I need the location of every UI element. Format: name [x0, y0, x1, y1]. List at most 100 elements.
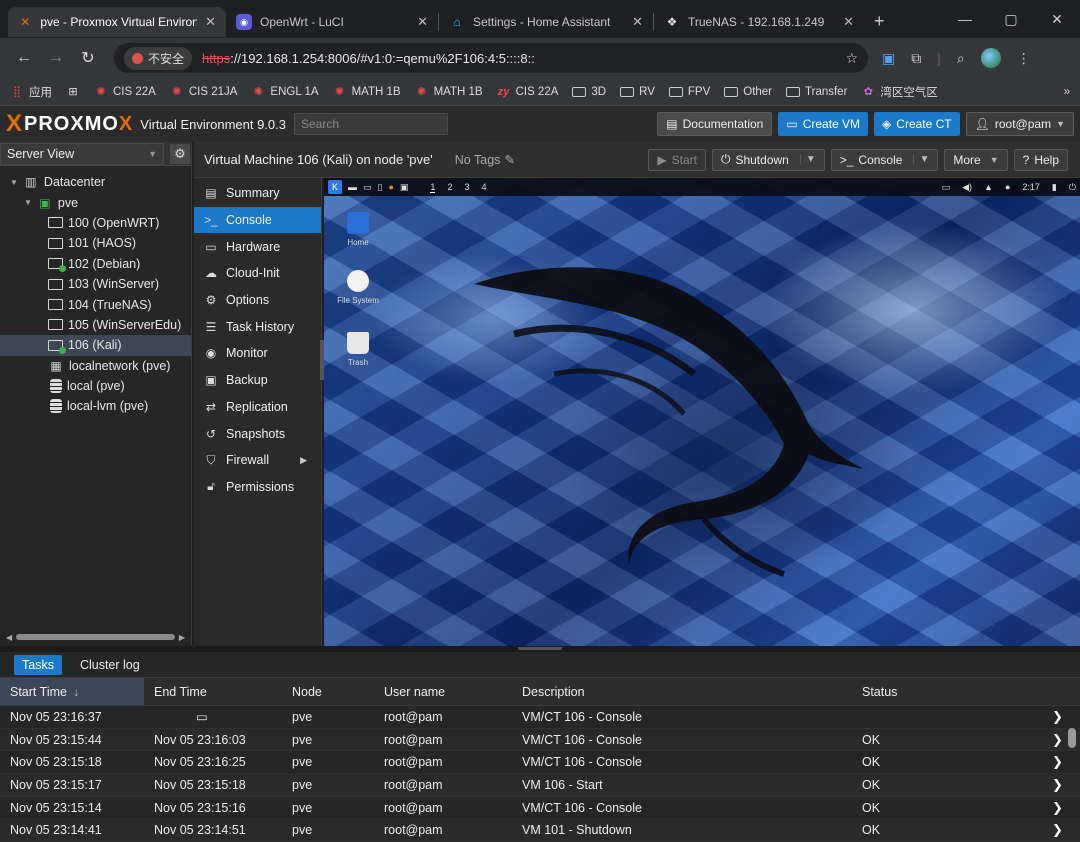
window-close-icon[interactable]: ✕ — [1034, 11, 1080, 28]
workspace-switcher[interactable]: 1 2 3 4 — [430, 182, 486, 193]
menu-firewall[interactable]: ⛉ Firewall ▶ — [194, 447, 321, 474]
tree-item-network[interactable]: ▦ localnetwork (pve) — [0, 356, 191, 376]
collapse-icon[interactable]: ▼ — [24, 198, 32, 207]
firefox-icon[interactable]: ● — [388, 182, 393, 192]
menu-snapshots[interactable]: ↺ Snapshots — [194, 420, 321, 447]
chevron-down-icon[interactable]: ▼ — [913, 154, 929, 165]
tree-item-storage[interactable]: local-lvm (pve) — [0, 396, 191, 416]
bell-icon[interactable]: ▲ — [984, 182, 993, 192]
profile-avatar[interactable] — [980, 48, 1001, 68]
tree-datacenter[interactable]: ▼ ▥ Datacenter — [0, 172, 191, 192]
table-row[interactable]: Nov 05 23:14:41 Nov 05 23:14:51 pve root… — [0, 819, 1080, 842]
tab-cluster-log[interactable]: Cluster log — [72, 655, 148, 675]
tree-item-vm[interactable]: 100 (OpenWRT) — [0, 213, 191, 233]
close-icon[interactable]: ✕ — [417, 14, 428, 30]
workspace-3[interactable]: 3 — [464, 182, 469, 193]
forward-icon[interactable]: → — [40, 49, 72, 67]
volume-icon[interactable]: ◀) — [962, 182, 972, 193]
bookmark-math1b-2[interactable]: ✺ MATH 1B — [415, 85, 483, 99]
workspace-4[interactable]: 4 — [481, 182, 486, 193]
tree-item-vm[interactable]: 101 (HAOS) — [0, 233, 191, 253]
browser-tab-truenas[interactable]: ❖ TrueNAS - 192.168.1.249 ✕ — [654, 7, 864, 37]
security-badge[interactable]: 不安全 — [124, 46, 193, 70]
bookmark-folder-rv[interactable]: RV — [620, 86, 655, 98]
url-input[interactable]: 不安全 https://192.168.1.254:8006/#v1:0:=qe… — [114, 43, 868, 73]
desktop-icon-filesystem[interactable]: File System — [336, 270, 380, 305]
desktop-icon-home[interactable]: Home — [336, 212, 380, 247]
menu-permissions[interactable]: 🔓︎ Permissions — [194, 474, 321, 501]
gear-icon[interactable]: ⚙ — [170, 143, 190, 164]
chevron-right-icon[interactable]: ❯ — [1042, 732, 1070, 748]
tab-tasks[interactable]: Tasks — [14, 654, 62, 675]
splitter-grip[interactable] — [518, 647, 562, 650]
documentation-button[interactable]: ▤ Documentation — [657, 112, 773, 136]
browser-tab-openwrt[interactable]: ◉ OpenWrt - LuCI ✕ — [226, 7, 438, 37]
close-icon[interactable]: ✕ — [843, 14, 854, 30]
menu-console[interactable]: >_ Console — [194, 206, 321, 234]
menu-task-history[interactable]: ☰ Task History — [194, 313, 321, 340]
bookmark-folder-transfer[interactable]: Transfer — [786, 86, 847, 98]
tree-item-vm[interactable]: 103 (WinServer) — [0, 274, 191, 294]
bookmark-folder-3d[interactable]: 3D — [572, 86, 606, 98]
puzzle-icon[interactable]: ⧉ — [911, 50, 921, 67]
menu-hardware[interactable]: ▭ Hardware — [194, 233, 321, 260]
desktop-icon-trash[interactable]: Trash — [336, 332, 380, 367]
user-menu-button[interactable]: 👤︎ root@pam ▼ — [965, 112, 1074, 136]
bookmark-zybooks[interactable]: zy CIS 22A — [497, 85, 559, 99]
tree-item-vm[interactable]: 102 (Debian) — [0, 254, 191, 274]
create-ct-button[interactable]: ◈ Create CT — [874, 112, 960, 136]
tree-node-pve[interactable]: ▼ ▣ pve — [0, 192, 191, 212]
workspace-2[interactable]: 2 — [447, 182, 452, 193]
close-icon[interactable]: ✕ — [632, 14, 643, 30]
bookmark-star-icon[interactable]: ☆ — [845, 50, 858, 67]
bookmark-engl1a[interactable]: ✺ ENGL 1A — [251, 85, 319, 99]
browser-tab-homeassistant[interactable]: ⌂ Settings - Home Assistant ✕ — [439, 7, 653, 37]
scroll-right-icon[interactable]: ▶ — [179, 633, 185, 642]
shutdown-button[interactable]: ⏻ Shutdown ▼ — [711, 148, 825, 171]
back-icon[interactable]: ← — [8, 49, 40, 67]
collapse-icon[interactable]: ▼ — [10, 178, 18, 187]
folder-icon[interactable]: ▭ — [363, 182, 372, 193]
desktop-icon[interactable]: ▬ — [348, 182, 357, 192]
create-vm-button[interactable]: ▭ Create VM — [778, 112, 869, 136]
column-user[interactable]: User name — [374, 685, 512, 699]
reload-icon[interactable]: ↻ — [72, 48, 104, 68]
vm-console[interactable]: K ▬ ▭ ▯ ● ▣ 1 2 3 4 ▭ ◀) ▲ ● 2:17 ▮ ⏻ Ho… — [324, 178, 1080, 646]
screen-icon[interactable]: ▭ — [942, 182, 951, 193]
search-input[interactable]: Search — [294, 113, 448, 135]
bookmark-grid[interactable]: ⊞ — [66, 85, 80, 99]
column-status[interactable]: Status — [852, 685, 1042, 699]
terminal-icon[interactable]: ▣ — [400, 182, 409, 193]
column-start-time[interactable]: Start Time ↓ — [0, 678, 144, 705]
table-row[interactable]: Nov 05 23:15:18 Nov 05 23:16:25 pve root… — [0, 751, 1080, 775]
chevron-right-icon[interactable]: ❯ — [1042, 777, 1070, 793]
menu-summary[interactable]: ▤ Summary — [194, 180, 321, 207]
chevron-right-icon[interactable]: ❯ — [1042, 754, 1070, 770]
bookmark-cis22a[interactable]: ✺ CIS 22A — [94, 85, 155, 99]
clock[interactable]: 2:17 — [1022, 182, 1040, 192]
scroll-thumb[interactable] — [16, 634, 175, 640]
pencil-icon[interactable]: ✎ — [504, 152, 514, 167]
minimize-icon[interactable]: — — [942, 11, 988, 27]
start-button[interactable]: ▶ Start — [648, 148, 706, 171]
table-row[interactable]: Nov 05 23:15:17 Nov 05 23:15:18 pve root… — [0, 774, 1080, 797]
extension-icon[interactable]: ▣ — [882, 50, 895, 67]
table-row[interactable]: Nov 05 23:15:14 Nov 05 23:15:16 pve root… — [0, 797, 1080, 820]
cast-icon[interactable]: ⌕ — [957, 50, 965, 67]
tree-item-vm[interactable]: 104 (TrueNAS) — [0, 294, 191, 314]
menu-options[interactable]: ⚙ Options — [194, 287, 321, 314]
bookmark-air[interactable]: ✿ 湾区空气区 — [861, 84, 938, 100]
column-description[interactable]: Description — [512, 685, 852, 699]
bookmark-cis21ja[interactable]: ✺ CIS 21JA — [170, 85, 237, 99]
scroll-left-icon[interactable]: ◀ — [6, 633, 12, 642]
tree-horizontal-scrollbar[interactable]: ◀ ▶ — [6, 633, 185, 642]
bookmark-apps[interactable]: ⣿ 应用 — [10, 84, 52, 100]
menu-cloud-init[interactable]: ☁ Cloud-Init — [194, 260, 321, 287]
battery-icon[interactable]: ● — [1005, 182, 1010, 192]
chevron-right-icon[interactable]: ❯ — [1042, 800, 1070, 816]
kali-menu-icon[interactable]: K — [328, 180, 342, 194]
tags-editor[interactable]: No Tags ✎ — [455, 152, 515, 168]
bookmark-folder-fpv[interactable]: FPV — [668, 86, 710, 98]
tree-item-storage[interactable]: local (pve) — [0, 376, 191, 396]
menu-kebab-icon[interactable]: ⋮ — [1017, 50, 1031, 67]
